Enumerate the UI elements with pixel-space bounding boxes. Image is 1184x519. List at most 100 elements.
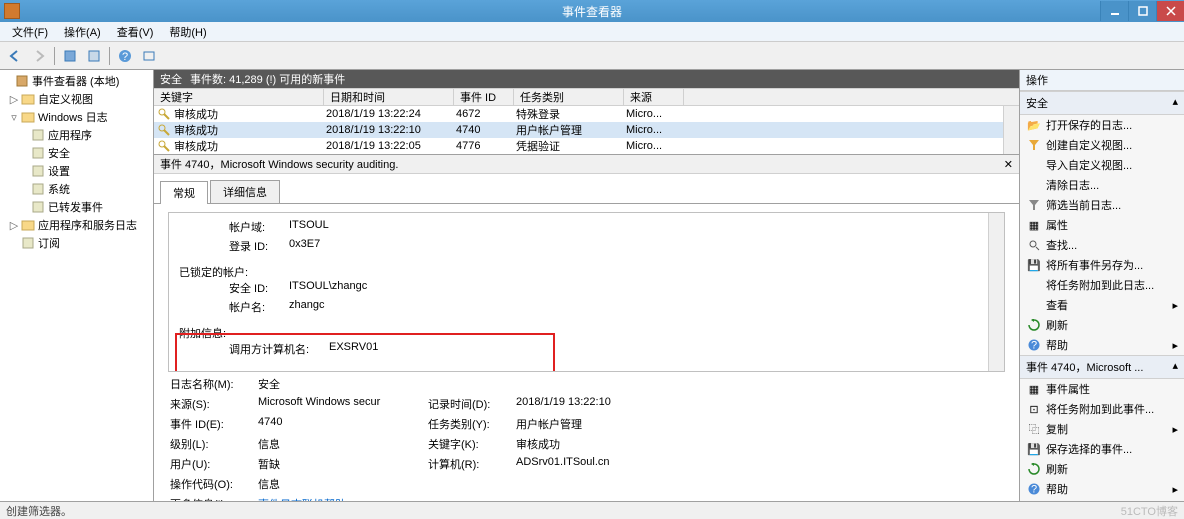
filter-icon xyxy=(1026,197,1042,213)
save-icon: 💾 xyxy=(1026,257,1042,273)
actions-group-security: 安全▴ xyxy=(1020,91,1184,115)
forward-button[interactable] xyxy=(28,45,50,67)
status-bar: 创建筛选器。 51CTO博客 xyxy=(0,501,1184,519)
collapse-icon[interactable]: ▴ xyxy=(1172,95,1178,111)
window-title: 事件查看器 xyxy=(562,3,622,20)
detail-close-icon[interactable]: ✕ xyxy=(1004,158,1013,171)
chevron-right-icon: ▸ xyxy=(1172,339,1178,352)
tree-custom-views[interactable]: ▷自定义视图 xyxy=(2,90,151,108)
menu-help[interactable]: 帮助(H) xyxy=(161,22,214,42)
label-moreinfo: 更多信息(I): xyxy=(170,496,258,501)
actions-group-event: 事件 4740，Microsoft ...▴ xyxy=(1020,355,1184,379)
col-id[interactable]: 事件 ID xyxy=(454,89,514,105)
menu-file[interactable]: 文件(F) xyxy=(4,22,56,42)
action-clear-log[interactable]: 清除日志... xyxy=(1020,175,1184,195)
more-info-link[interactable]: 事件日志联机帮助 xyxy=(258,496,428,501)
action-properties[interactable]: ▦属性 xyxy=(1020,215,1184,235)
properties-icon: ▦ xyxy=(1026,381,1042,397)
menu-view[interactable]: 查看(V) xyxy=(109,22,162,42)
label-keywords: 关键字(K): xyxy=(428,436,516,452)
action-create-custom-view[interactable]: 创建自定义视图... xyxy=(1020,135,1184,155)
chevron-right-icon: ▸ xyxy=(1172,423,1178,436)
menu-action[interactable]: 操作(A) xyxy=(56,22,109,42)
action-import-custom-view[interactable]: 导入自定义视图... xyxy=(1020,155,1184,175)
detail-scrollbar[interactable] xyxy=(988,213,1004,371)
action-filter-log[interactable]: 筛选当前日志... xyxy=(1020,195,1184,215)
toolbar: ? xyxy=(0,42,1184,70)
action-find[interactable]: 查找... xyxy=(1020,235,1184,255)
detail-info-grid: 日志名称(M):安全 来源(S):Microsoft Windows secur… xyxy=(170,376,1005,501)
minimize-button[interactable] xyxy=(1100,1,1128,21)
chevron-right-icon: ▸ xyxy=(1172,299,1178,312)
toolbar-btn-2[interactable] xyxy=(83,45,105,67)
extra-info-section: 附加信息: xyxy=(179,325,994,341)
detail-text-pane: 帐户域:ITSOUL 登录 ID:0x3E7 已锁定的帐户: 安全 ID:ITS… xyxy=(168,212,1005,372)
chevron-right-icon: ▸ xyxy=(1172,483,1178,496)
key-icon xyxy=(158,124,170,136)
action-refresh[interactable]: 刷新 xyxy=(1020,315,1184,335)
list-count: 事件数: 41,289 (!) 可用的新事件 xyxy=(190,71,345,87)
label-caller-computer: 调用方计算机名: xyxy=(229,341,329,357)
maximize-button[interactable] xyxy=(1128,1,1156,21)
event-row[interactable]: 审核成功2018/1/19 13:22:054776凭据验证Micro... xyxy=(154,138,1019,154)
event-row[interactable]: 审核成功2018/1/19 13:22:244672特殊登录Micro... xyxy=(154,106,1019,122)
svg-text:?: ? xyxy=(1031,340,1037,352)
task-icon xyxy=(1026,277,1042,293)
action-view[interactable]: 查看▸ xyxy=(1020,295,1184,315)
tree-subscriptions[interactable]: 订阅 xyxy=(2,234,151,252)
detail-title: 事件 4740，Microsoft Windows security audit… xyxy=(160,156,398,172)
tree-forwarded[interactable]: 已转发事件 xyxy=(2,198,151,216)
toolbar-btn-3[interactable] xyxy=(138,45,160,67)
detail-tabs: 常规 详细信息 xyxy=(154,180,1019,204)
watermark: 51CTO博客 xyxy=(1121,503,1178,519)
action-help[interactable]: ?帮助▸ xyxy=(1020,335,1184,355)
col-source[interactable]: 来源 xyxy=(624,89,684,105)
action-open-saved-log[interactable]: 📂打开保存的日志... xyxy=(1020,115,1184,135)
app-icon xyxy=(4,3,20,19)
help-icon[interactable]: ? xyxy=(114,45,136,67)
action-copy[interactable]: ⿻复制▸ xyxy=(1020,419,1184,439)
tree-app-services[interactable]: ▷应用程序和服务日志 xyxy=(2,216,151,234)
action-refresh-2[interactable]: 刷新 xyxy=(1020,459,1184,479)
tree-windows-logs[interactable]: ▿Windows 日志 xyxy=(2,108,151,126)
label-computer: 计算机(R): xyxy=(428,456,516,472)
tree-application[interactable]: 应用程序 xyxy=(2,126,151,144)
tree-system[interactable]: 系统 xyxy=(2,180,151,198)
toolbar-btn-1[interactable] xyxy=(59,45,81,67)
close-button[interactable] xyxy=(1156,1,1184,21)
col-keyword[interactable]: 关键字 xyxy=(154,89,324,105)
action-attach-task-log[interactable]: 将任务附加到此日志... xyxy=(1020,275,1184,295)
action-help-2[interactable]: ?帮助▸ xyxy=(1020,479,1184,499)
copy-icon: ⿻ xyxy=(1026,421,1042,437)
list-scrollbar[interactable] xyxy=(1003,106,1019,154)
tree-root[interactable]: 事件查看器 (本地) xyxy=(2,72,151,90)
tab-details[interactable]: 详细信息 xyxy=(210,180,280,203)
label-account-name: 帐户名: xyxy=(229,299,289,315)
import-icon xyxy=(1026,157,1042,173)
event-row[interactable]: 审核成功2018/1/19 13:22:104740用户帐户管理Micro... xyxy=(154,122,1019,138)
col-datetime[interactable]: 日期和时间 xyxy=(324,89,454,105)
label-account-domain: 帐户域: xyxy=(229,219,289,235)
nav-tree: 事件查看器 (本地) ▷自定义视图 ▿Windows 日志 应用程序 安全 设置… xyxy=(0,70,154,501)
action-save-selected[interactable]: 💾保存选择的事件... xyxy=(1020,439,1184,459)
tab-general[interactable]: 常规 xyxy=(160,181,208,204)
back-button[interactable] xyxy=(4,45,26,67)
label-opcode: 操作代码(O): xyxy=(170,476,258,492)
action-event-properties[interactable]: ▦事件属性 xyxy=(1020,379,1184,399)
refresh-icon xyxy=(1026,461,1042,477)
tree-setup[interactable]: 设置 xyxy=(2,162,151,180)
action-attach-task-event[interactable]: ⊡将任务附加到此事件... xyxy=(1020,399,1184,419)
col-task[interactable]: 任务类别 xyxy=(514,89,624,105)
collapse-icon[interactable]: ▴ xyxy=(1172,359,1178,375)
tree-security[interactable]: 安全 xyxy=(2,144,151,162)
label-logon-id: 登录 ID: xyxy=(229,238,289,254)
action-save-all-events[interactable]: 💾将所有事件另存为... xyxy=(1020,255,1184,275)
help-icon: ? xyxy=(1026,337,1042,353)
label-eventid: 事件 ID(E): xyxy=(170,416,258,432)
label-logname: 日志名称(M): xyxy=(170,376,258,392)
column-headers: 关键字 日期和时间 事件 ID 任务类别 来源 xyxy=(154,88,1019,106)
clear-icon xyxy=(1026,177,1042,193)
label-taskcat: 任务类别(Y): xyxy=(428,416,516,432)
actions-header: 操作 xyxy=(1020,70,1184,91)
detail-header: 事件 4740，Microsoft Windows security audit… xyxy=(154,154,1019,174)
